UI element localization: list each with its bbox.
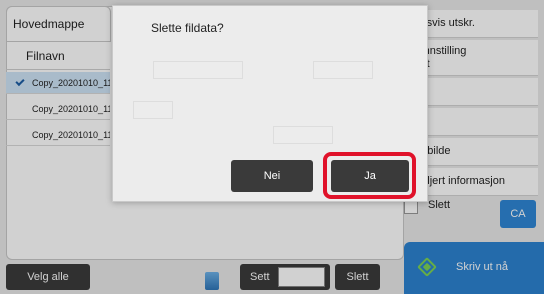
confirm-dialog: Slette fildata? Nei Ja <box>112 5 428 202</box>
dialog-message: Slette fildata? <box>151 21 224 35</box>
yes-button-highlight <box>323 152 416 199</box>
ghost-field <box>273 126 333 144</box>
no-button[interactable]: Nei <box>231 160 313 192</box>
ghost-field <box>313 61 373 79</box>
ghost-field <box>153 61 243 79</box>
ghost-field <box>133 101 173 119</box>
